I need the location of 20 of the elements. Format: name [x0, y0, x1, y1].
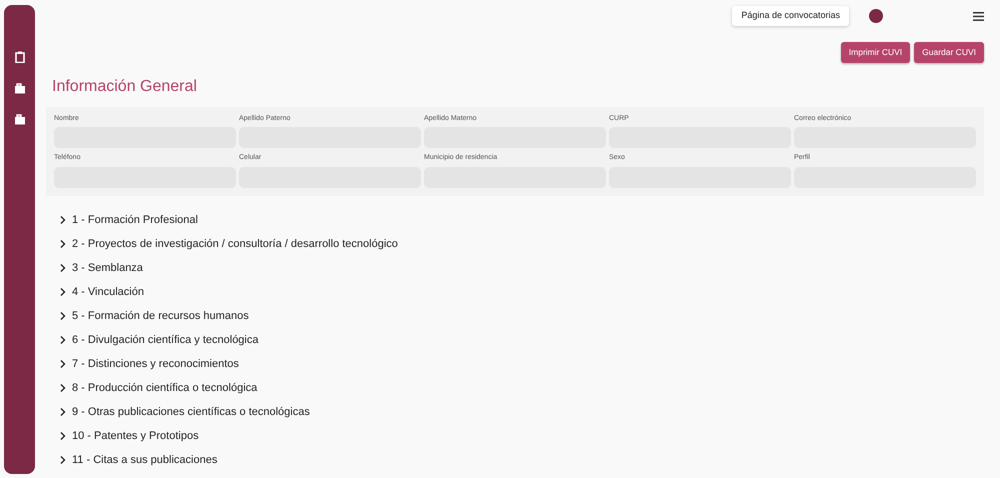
menu-icon[interactable] [973, 12, 984, 20]
action-button[interactable]: Imprimir CUVI [840, 42, 910, 63]
section-header[interactable]: 1 - Formación Profesional [60, 208, 198, 232]
user-avatar[interactable] [869, 9, 883, 23]
section-header[interactable]: 6 - Divulgación científica y tecnológica [60, 328, 258, 352]
section-header[interactable]: 9 - Otras publicaciones científicas o tecnológicas [60, 400, 310, 424]
action-button[interactable]: Guardar CUVI [914, 42, 984, 63]
section-header[interactable]: 2 - Proyectos de investigación / consultoría / desarrollo tecnológico [60, 232, 398, 256]
briefcase-icon[interactable] [14, 82, 24, 94]
section-header[interactable]: 7 - Distinciones y reconocimientos [60, 352, 239, 376]
section-header[interactable]: 10 - Patentes y Prototipos [60, 424, 199, 448]
section-header[interactable]: 8 - Producción científica o tecnológica [60, 376, 258, 400]
calls-page-button[interactable]: Página de convocatorias [732, 6, 849, 26]
page-title: Información General [52, 76, 198, 97]
section-header[interactable]: 5 - Formación de recursos humanos [60, 304, 249, 328]
section-header[interactable]: 4 - Vinculación [60, 280, 144, 304]
section-header[interactable]: 3 - Semblanza [60, 256, 143, 280]
briefcase-icon[interactable] [14, 113, 24, 125]
section-header[interactable]: 11 - Citas a sus publicaciones [60, 448, 218, 472]
clipboard-icon[interactable] [14, 51, 24, 63]
